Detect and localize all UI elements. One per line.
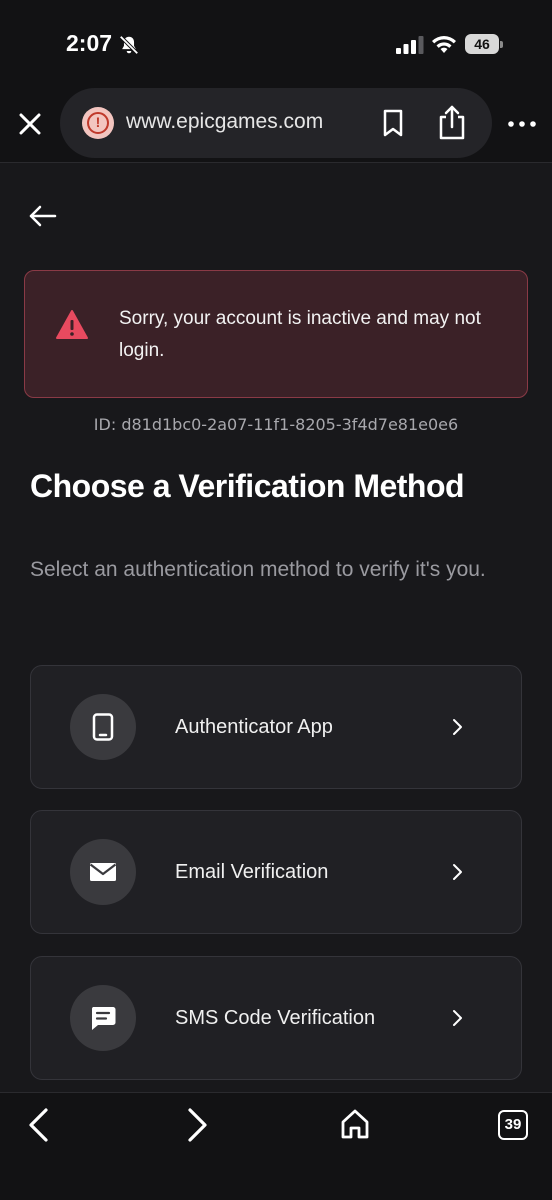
browser-bottom-toolbar: 39 xyxy=(0,1092,552,1200)
page-title: Choose a Verification Method xyxy=(30,468,465,504)
address-bar[interactable]: ! www.epicgames.com xyxy=(60,88,492,158)
browser-toolbar: ! www.epicgames.com xyxy=(0,88,552,162)
site-security-button[interactable]: ! xyxy=(82,107,114,139)
bell-muted-icon xyxy=(119,35,139,55)
method-authenticator-app[interactable]: Authenticator App xyxy=(30,665,522,789)
bookmark-icon[interactable] xyxy=(380,109,406,137)
more-options-icon[interactable] xyxy=(506,114,538,134)
chevron-right-icon xyxy=(453,719,462,735)
status-bar: 2:07 46 xyxy=(0,0,552,88)
web-page-content: Sorry, your account is inactive and may … xyxy=(0,162,552,1092)
warning-triangle-icon xyxy=(56,310,88,339)
url-text: www.epicgames.com xyxy=(126,110,324,133)
method-label: Email Verification xyxy=(175,861,329,883)
error-alert: Sorry, your account is inactive and may … xyxy=(24,270,528,398)
share-icon[interactable] xyxy=(436,104,468,140)
envelope-icon xyxy=(89,863,117,881)
method-icon-bg xyxy=(70,694,136,760)
method-email-verification[interactable]: Email Verification xyxy=(30,810,522,934)
battery-indicator: 46 xyxy=(465,34,503,54)
back-arrow-button[interactable] xyxy=(28,203,58,229)
error-id: ID: d81d1bc0-2a07-11f1-8205-3f4d7e81e0e6 xyxy=(93,415,459,434)
chevron-right-icon xyxy=(453,1010,462,1026)
warning-exclamation-icon: ! xyxy=(87,112,109,134)
chevron-right-icon xyxy=(453,864,462,880)
browser-back-icon[interactable] xyxy=(26,1107,52,1143)
page-subtitle: Select an authentication method to verif… xyxy=(30,558,486,581)
method-sms-verification[interactable]: SMS Code Verification xyxy=(30,956,522,1080)
battery-tip xyxy=(500,41,503,48)
method-icon-bg xyxy=(70,839,136,905)
alert-message: Sorry, your account is inactive and may … xyxy=(119,308,481,361)
tablet-icon xyxy=(92,713,114,741)
method-label: Authenticator App xyxy=(175,716,333,738)
cellular-signal-icon xyxy=(396,36,424,54)
tab-switcher-button[interactable]: 39 xyxy=(498,1110,528,1140)
method-label: SMS Code Verification xyxy=(175,1007,376,1029)
browser-forward-icon[interactable] xyxy=(184,1107,210,1143)
chat-bubble-icon xyxy=(91,1007,116,1030)
method-icon-bg xyxy=(70,985,136,1051)
close-tab-button[interactable] xyxy=(14,108,46,140)
home-icon[interactable] xyxy=(340,1107,370,1141)
wifi-icon xyxy=(432,36,456,53)
status-time: 2:07 xyxy=(66,30,113,56)
battery-level: 46 xyxy=(465,34,499,54)
